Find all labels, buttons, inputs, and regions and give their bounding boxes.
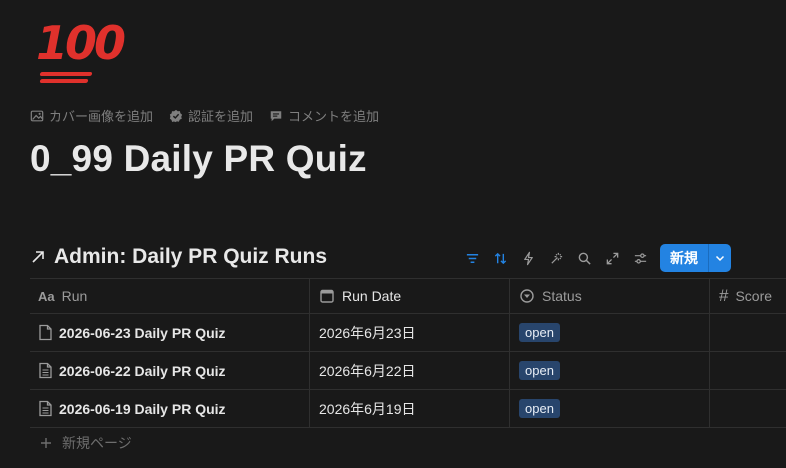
ai-button[interactable] bbox=[542, 245, 570, 271]
page-icon bbox=[39, 324, 52, 341]
score-cell[interactable] bbox=[710, 390, 786, 427]
filter-icon bbox=[466, 253, 478, 263]
table-row[interactable]: 2026-06-23 Daily PR Quiz 2026年6月23日 open bbox=[30, 314, 786, 352]
run-date-cell[interactable]: 2026年6月23日 bbox=[310, 314, 510, 351]
status-cell[interactable]: open bbox=[510, 352, 710, 389]
expand-button[interactable] bbox=[598, 245, 626, 271]
run-date-cell[interactable]: 2026年6月22日 bbox=[310, 352, 510, 389]
status-badge: open bbox=[519, 399, 560, 418]
text-property-icon: Aa bbox=[38, 288, 55, 304]
new-entry-button[interactable]: 新規 bbox=[660, 244, 731, 272]
link-arrow-icon bbox=[32, 251, 44, 263]
hundred-points-icon: 100 bbox=[36, 16, 126, 70]
automation-icon bbox=[523, 251, 533, 265]
status-badge: open bbox=[519, 323, 560, 342]
new-page-label: 新規ページ bbox=[62, 435, 132, 451]
status-cell[interactable]: open bbox=[510, 390, 710, 427]
status-cell[interactable]: open bbox=[510, 314, 710, 351]
emoji-underline bbox=[39, 79, 89, 83]
run-cell[interactable]: 2026-06-19 Daily PR Quiz bbox=[30, 390, 310, 427]
status-badge: open bbox=[519, 361, 560, 380]
chevron-down-icon bbox=[715, 255, 725, 262]
calendar-icon bbox=[320, 289, 334, 303]
column-label: Run bbox=[61, 288, 88, 304]
run-cell[interactable]: 2026-06-23 Daily PR Quiz bbox=[30, 314, 310, 351]
add-verification-label: 認証を追加 bbox=[188, 109, 254, 124]
database-title[interactable]: Admin: Daily PR Quiz Runs bbox=[30, 245, 327, 269]
search-button[interactable] bbox=[570, 245, 598, 271]
run-cell[interactable]: 2026-06-22 Daily PR Quiz bbox=[30, 352, 310, 389]
table-row[interactable]: 2026-06-19 Daily PR Quiz 2026年6月19日 open bbox=[30, 390, 786, 428]
sort-icon bbox=[494, 252, 506, 264]
column-header-run[interactable]: Aa Run bbox=[30, 279, 310, 313]
image-icon bbox=[30, 110, 44, 121]
column-header-score[interactable]: # Score bbox=[710, 279, 786, 313]
number-property-icon: # bbox=[719, 286, 729, 305]
add-cover-button[interactable]: カバー画像を追加 bbox=[30, 106, 153, 125]
filter-button[interactable] bbox=[458, 245, 486, 271]
page-title[interactable]: 0_99 Daily PR Quiz bbox=[30, 138, 367, 180]
add-verification-button[interactable]: 認証を追加 bbox=[169, 106, 253, 125]
comment-icon bbox=[270, 110, 282, 121]
run-name: 2026-06-22 Daily PR Quiz bbox=[59, 362, 226, 379]
run-name: 2026-06-19 Daily PR Quiz bbox=[59, 400, 226, 417]
run-date-cell[interactable]: 2026年6月19日 bbox=[310, 390, 510, 427]
score-cell[interactable] bbox=[710, 314, 786, 351]
page-text-icon bbox=[39, 362, 52, 379]
search-icon bbox=[578, 252, 591, 265]
expand-icon bbox=[606, 252, 618, 264]
add-cover-label: カバー画像を追加 bbox=[49, 109, 154, 124]
ai-sparkle-icon bbox=[550, 252, 562, 264]
table-row[interactable]: 2026-06-22 Daily PR Quiz 2026年6月22日 open bbox=[30, 352, 786, 390]
settings-sliders-icon bbox=[634, 252, 646, 264]
column-label: Score bbox=[735, 288, 773, 304]
automation-button[interactable] bbox=[514, 245, 542, 271]
new-entry-dropdown[interactable] bbox=[708, 244, 731, 272]
page-actions: カバー画像を追加 認証を追加 コメントを追加 bbox=[30, 106, 379, 125]
emoji-underline bbox=[39, 72, 93, 76]
sort-button[interactable] bbox=[486, 245, 514, 271]
table-header-row: Aa Run Run Date Status # Score bbox=[30, 278, 786, 314]
score-cell[interactable] bbox=[710, 352, 786, 389]
verified-badge-icon bbox=[169, 109, 183, 122]
new-page-button[interactable]: 新規ページ bbox=[40, 433, 132, 453]
view-settings-button[interactable] bbox=[626, 245, 654, 271]
column-header-status[interactable]: Status bbox=[510, 279, 710, 313]
page-text-icon bbox=[39, 400, 52, 417]
run-name: 2026-06-23 Daily PR Quiz bbox=[59, 324, 226, 341]
column-label: Run Date bbox=[342, 288, 402, 304]
add-comment-label: コメントを追加 bbox=[288, 109, 380, 124]
database-toolbar: 新規 bbox=[458, 244, 731, 272]
column-label: Status bbox=[542, 288, 582, 304]
database-title-text: Admin: Daily PR Quiz Runs bbox=[54, 245, 328, 268]
database-table: Aa Run Run Date Status # Score 2026-06-2… bbox=[30, 278, 786, 428]
status-icon bbox=[520, 289, 534, 303]
plus-icon bbox=[41, 438, 51, 448]
add-comment-button[interactable]: コメントを追加 bbox=[269, 106, 379, 125]
new-entry-label: 新規 bbox=[670, 250, 698, 266]
column-header-run-date[interactable]: Run Date bbox=[310, 279, 510, 313]
